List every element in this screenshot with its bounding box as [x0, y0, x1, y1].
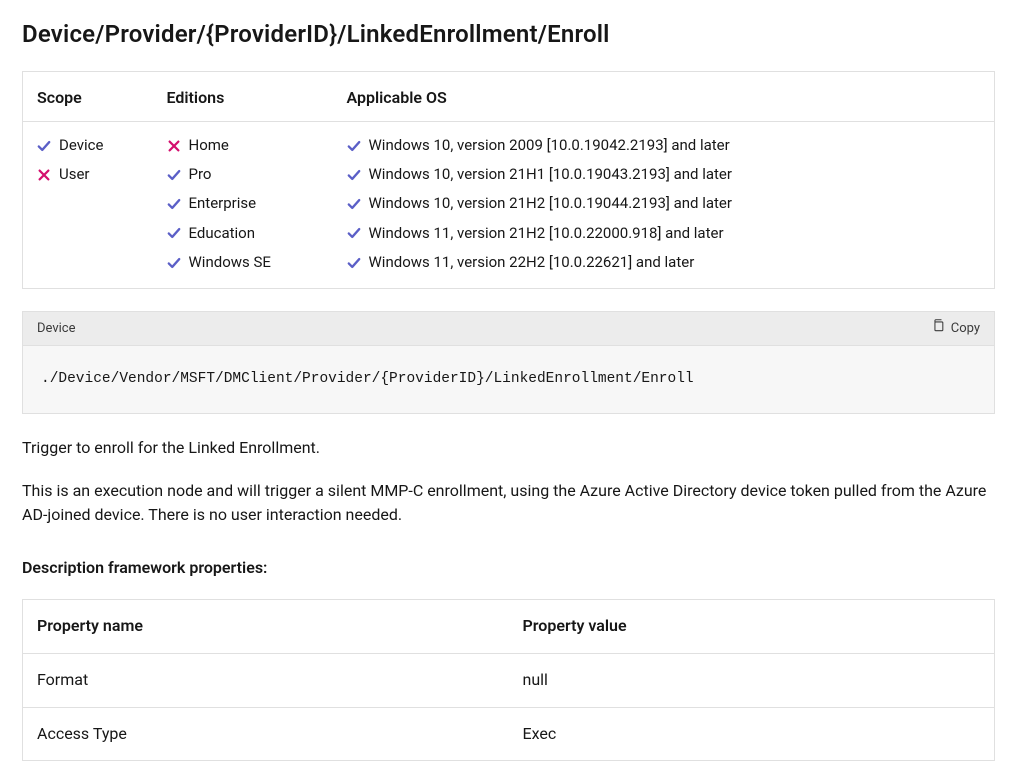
copy-icon: [931, 318, 945, 339]
edition-item-label: Education: [189, 222, 256, 245]
check-icon: [167, 256, 181, 270]
copy-label: Copy: [951, 319, 980, 339]
check-icon: [167, 197, 181, 211]
paragraph-2: This is an execution node and will trigg…: [22, 479, 995, 529]
scope-item-label: User: [59, 163, 90, 186]
check-icon: [347, 256, 361, 270]
edition-item-row: Windows SE: [167, 251, 319, 274]
property-value: null: [509, 653, 995, 707]
os-item-label: Windows 11, version 21H2 [10.0.22000.918…: [369, 222, 724, 245]
cross-icon: [167, 139, 181, 153]
code-block: Device Copy ./Device/Vendor/MSFT/DMClien…: [22, 311, 995, 414]
property-name: Format: [23, 653, 509, 707]
code-language-label: Device: [37, 319, 76, 339]
applicability-table: Scope Editions Applicable OS DeviceUser …: [22, 71, 995, 289]
check-icon: [347, 197, 361, 211]
check-icon: [347, 139, 361, 153]
scope-item-row: Device: [37, 134, 139, 157]
os-item-label: Windows 10, version 21H2 [10.0.19044.219…: [369, 192, 732, 215]
applicability-header-os: Applicable OS: [333, 72, 995, 122]
os-item-row: Windows 10, version 2009 [10.0.19042.219…: [347, 134, 981, 157]
edition-item-label: Home: [189, 134, 229, 157]
edition-item-label: Windows SE: [189, 251, 271, 274]
properties-table: Property name Property value FormatnullA…: [22, 599, 995, 761]
scope-item-row: User: [37, 163, 139, 186]
edition-item-row: Enterprise: [167, 192, 319, 215]
os-item-label: Windows 11, version 22H2 [10.0.22621] an…: [369, 251, 695, 274]
properties-section-label: Description framework properties:: [22, 556, 995, 581]
check-icon: [167, 168, 181, 182]
properties-row: Formatnull: [23, 653, 995, 707]
page-title: Device/Provider/{ProviderID}/LinkedEnrol…: [22, 16, 995, 53]
edition-item-label: Enterprise: [189, 192, 257, 215]
check-icon: [37, 139, 51, 153]
copy-button[interactable]: Copy: [931, 318, 980, 339]
code-content: ./Device/Vendor/MSFT/DMClient/Provider/{…: [23, 346, 994, 412]
properties-header-value: Property value: [509, 600, 995, 654]
edition-item-row: Home: [167, 134, 319, 157]
properties-row: Access TypeExec: [23, 707, 995, 761]
os-item-row: Windows 10, version 21H2 [10.0.19044.219…: [347, 192, 981, 215]
property-value: Exec: [509, 707, 995, 761]
check-icon: [347, 168, 361, 182]
os-item-label: Windows 10, version 2009 [10.0.19042.219…: [369, 134, 730, 157]
edition-item-row: Education: [167, 222, 319, 245]
os-item-row: Windows 11, version 22H2 [10.0.22621] an…: [347, 251, 981, 274]
cross-icon: [37, 168, 51, 182]
properties-header-name: Property name: [23, 600, 509, 654]
edition-item-label: Pro: [189, 163, 212, 186]
check-icon: [167, 226, 181, 240]
scope-item-label: Device: [59, 134, 103, 157]
applicability-header-editions: Editions: [153, 72, 333, 122]
check-icon: [347, 226, 361, 240]
property-name: Access Type: [23, 707, 509, 761]
applicability-header-scope: Scope: [23, 72, 153, 122]
paragraph-1: Trigger to enroll for the Linked Enrollm…: [22, 436, 995, 461]
edition-item-row: Pro: [167, 163, 319, 186]
os-item-row: Windows 11, version 21H2 [10.0.22000.918…: [347, 222, 981, 245]
os-item-row: Windows 10, version 21H1 [10.0.19043.219…: [347, 163, 981, 186]
os-item-label: Windows 10, version 21H1 [10.0.19043.219…: [369, 163, 732, 186]
